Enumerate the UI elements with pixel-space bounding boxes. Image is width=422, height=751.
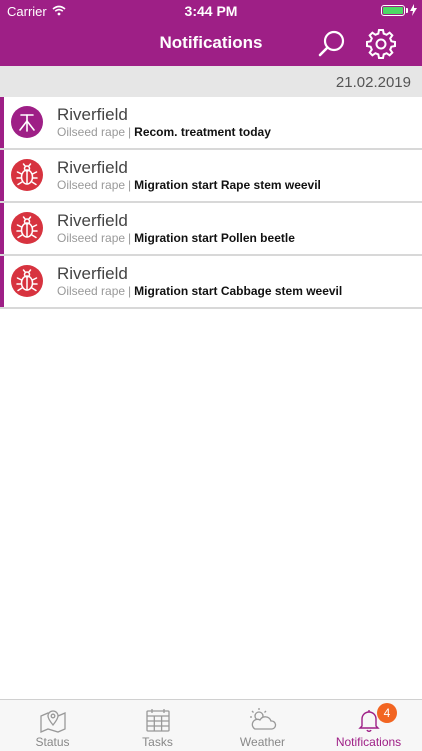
- crop-label: Oilseed rape: [57, 231, 126, 245]
- battery-icon: [381, 5, 405, 16]
- unread-indicator: [0, 203, 4, 254]
- unread-indicator: [0, 97, 4, 148]
- gear-icon: [366, 29, 396, 59]
- battery-cap: [406, 8, 408, 13]
- bug-icon: [11, 265, 43, 297]
- notification-item[interactable]: Riverfield Oilseed rape | Migration start …: [0, 150, 422, 203]
- notification-message: Migration start Rape stem weevil: [134, 178, 321, 192]
- bug-icon: [11, 212, 43, 244]
- unread-indicator: [0, 150, 4, 201]
- notification-subtitle: Oilseed rape | Migration start Rape stem w…: [57, 178, 321, 192]
- notification-message: Migration start Cabbage stem weevil: [134, 284, 343, 298]
- unread-indicator: [0, 256, 4, 307]
- search-button[interactable]: [316, 28, 348, 60]
- separator: |: [128, 231, 132, 245]
- notification-title: Riverfield: [57, 211, 128, 230]
- notification-subtitle: Oilseed rape | Migration start Pollen beet…: [57, 231, 295, 245]
- status-time: 3:44 PM: [184, 3, 238, 19]
- separator: |: [128, 178, 132, 192]
- tab-status[interactable]: Status: [0, 700, 105, 751]
- crop-label: Oilseed rape: [57, 284, 126, 298]
- tab-tasks[interactable]: Tasks: [105, 700, 210, 751]
- notification-message: Migration start Pollen beetle: [134, 231, 295, 245]
- notification-item[interactable]: Riverfield Oilseed rape | Migration start …: [0, 203, 422, 256]
- crop-label: Oilseed rape: [57, 178, 126, 192]
- separator: |: [128, 284, 132, 298]
- calendar-icon: [145, 707, 171, 738]
- settings-button[interactable]: [365, 28, 397, 60]
- notification-list: Riverfield Oilseed rape | Recom. treatment…: [0, 97, 422, 309]
- notification-message: Recom. treatment today: [134, 125, 271, 139]
- app-header: Carrier 3:44 PM Notifications: [0, 0, 422, 66]
- charging-icon: [410, 4, 417, 19]
- notification-count-badge: 4: [377, 703, 397, 723]
- notification-subtitle: Oilseed rape | Recom. treatment today: [57, 125, 271, 139]
- crop-label: Oilseed rape: [57, 125, 126, 139]
- tab-notifications[interactable]: Notifications: [315, 700, 422, 751]
- treatment-icon: [11, 106, 43, 138]
- map-pin-icon: [38, 707, 68, 738]
- tab-weather[interactable]: Weather: [210, 700, 315, 751]
- page-title: Notifications: [159, 33, 263, 52]
- tab-label: Notifications: [335, 735, 402, 749]
- tab-label: Tasks: [142, 735, 173, 749]
- status-bar: Carrier 3:44 PM: [0, 0, 422, 22]
- weather-icon: [247, 707, 279, 738]
- notification-item[interactable]: Riverfield Oilseed rape | Migration start …: [0, 256, 422, 309]
- tab-label: Status: [35, 735, 70, 749]
- bug-icon: [11, 159, 43, 191]
- tab-bar: Status Tasks Weather Notifications: [0, 699, 422, 751]
- search-icon: [318, 30, 345, 57]
- section-date: 21.02.2019: [335, 74, 411, 91]
- notification-item[interactable]: Riverfield Oilseed rape | Recom. treatment…: [0, 97, 422, 150]
- notification-title: Riverfield: [57, 105, 128, 124]
- tab-label: Weather: [239, 735, 286, 749]
- notification-title: Riverfield: [57, 158, 128, 177]
- separator: |: [128, 125, 132, 139]
- date-section-header: 21.02.2019: [0, 66, 422, 97]
- notification-title: Riverfield: [57, 264, 128, 283]
- notification-subtitle: Oilseed rape | Migration start Cabbage ste…: [57, 284, 342, 298]
